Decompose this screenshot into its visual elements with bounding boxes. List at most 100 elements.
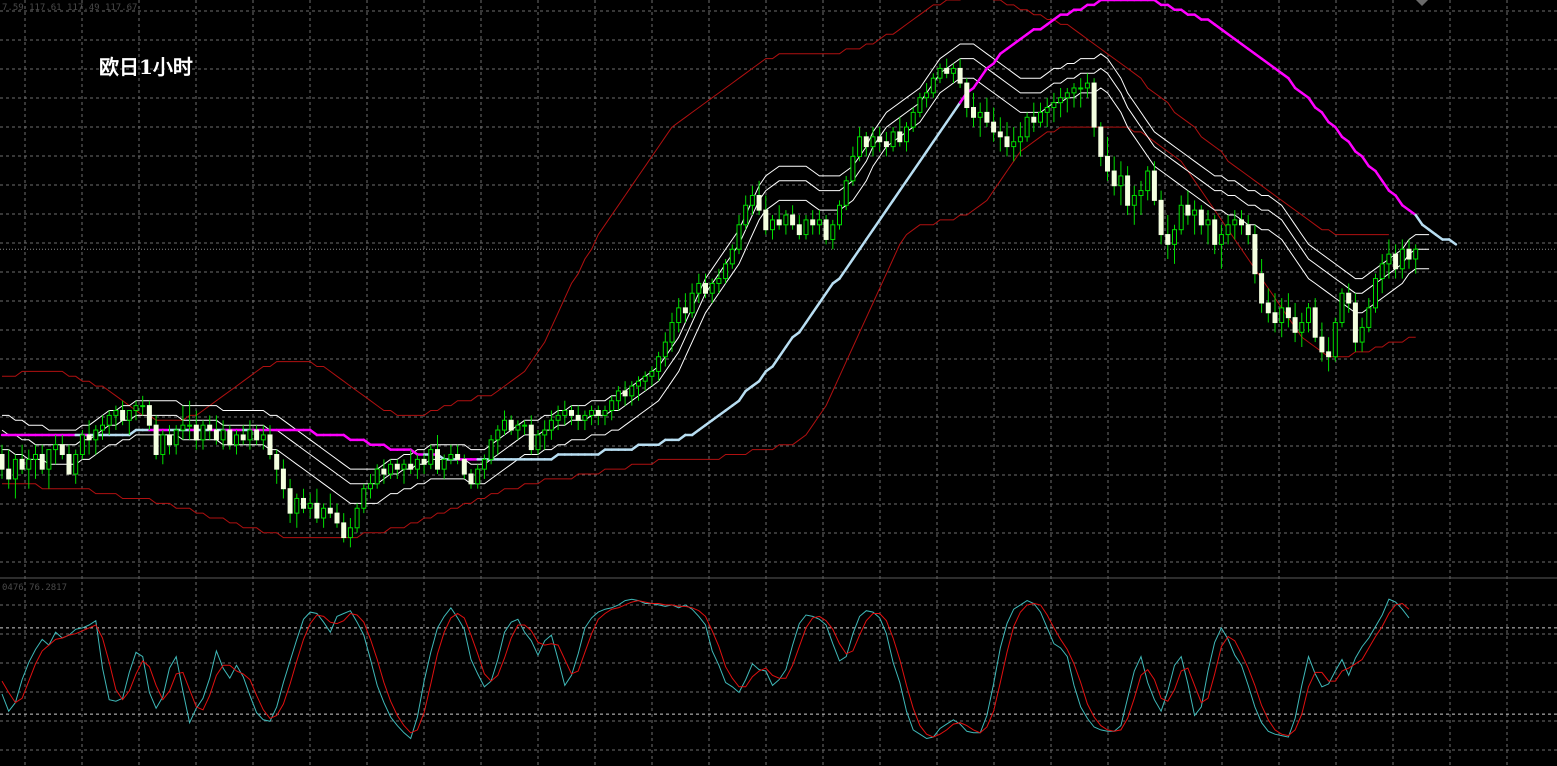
candle-body: [1078, 87, 1084, 90]
candle: [850, 146, 856, 186]
candle-body: [441, 458, 447, 470]
stoch-main-line: [1, 598, 1410, 740]
candle: [542, 420, 548, 450]
ma-slow-segment: [911, 160, 922, 173]
candle: [1205, 210, 1211, 245]
candle-body: [883, 141, 889, 148]
candle: [93, 425, 99, 455]
candle: [1031, 102, 1037, 132]
candle: [394, 459, 400, 479]
candle: [200, 420, 206, 450]
candle: [950, 63, 956, 84]
oscillator-panel[interactable]: [0, 598, 1557, 740]
candle-body: [93, 429, 99, 441]
ma-slow-segment: [952, 101, 962, 114]
candle: [19, 444, 25, 475]
candle-body: [321, 507, 327, 519]
candle-body: [1285, 307, 1291, 319]
candle: [743, 195, 749, 230]
candle: [1051, 92, 1057, 123]
candle: [1359, 317, 1365, 352]
candle-body: [247, 429, 253, 441]
candle-body: [153, 424, 159, 455]
candle: [307, 493, 313, 519]
candle: [240, 425, 246, 445]
candle: [1064, 87, 1070, 113]
candle-body: [863, 136, 869, 148]
candle-body: [870, 136, 876, 148]
candle: [435, 434, 440, 475]
candle: [1185, 190, 1191, 225]
candle-body: [388, 463, 394, 475]
candle-body: [1399, 248, 1405, 270]
ma-slow-segment: [1414, 213, 1424, 227]
candle-body: [528, 424, 534, 451]
candle-body: [971, 107, 976, 118]
candle-body: [1346, 292, 1352, 304]
candle: [1038, 102, 1043, 128]
candle: [904, 122, 909, 152]
candle-body: [776, 219, 782, 226]
candle: [1406, 239, 1412, 269]
candle: [696, 273, 702, 303]
candle-body: [682, 307, 688, 314]
candle-body: [46, 449, 52, 470]
candle-body: [314, 502, 320, 519]
candle: [1091, 78, 1097, 137]
candle-body: [796, 224, 802, 236]
candle-body: [569, 410, 574, 416]
triangle-down-icon[interactable]: [1416, 0, 1428, 6]
candle: [863, 131, 869, 157]
candle-body: [374, 468, 380, 485]
candle-body: [361, 488, 367, 509]
candle: [528, 415, 534, 455]
candle: [180, 405, 186, 440]
candle-body: [408, 463, 414, 470]
candle-body: [502, 419, 507, 431]
candle-body: [1138, 190, 1144, 196]
ma-slow-segment: [925, 140, 935, 153]
candle-body: [1198, 209, 1204, 226]
candle-body: [1031, 116, 1037, 123]
candle-body: [1393, 253, 1399, 270]
candle-body: [991, 121, 997, 133]
candle: [354, 503, 360, 533]
candle: [1058, 87, 1064, 118]
candle-body: [1232, 219, 1238, 226]
candle: [508, 415, 514, 435]
envelope-upper-line: [2, 43, 1430, 470]
candle-body: [716, 278, 722, 284]
ma-slow-segment: [1320, 111, 1330, 124]
candle-body: [595, 410, 601, 416]
candle: [1279, 298, 1285, 338]
candle-body: [562, 410, 568, 416]
candle-body: [1366, 307, 1372, 328]
candle-body: [917, 97, 923, 113]
candle-body: [890, 131, 896, 148]
forex-chart[interactable]: [0, 0, 1557, 766]
price-panel[interactable]: [0, 0, 1557, 548]
candle: [729, 244, 735, 269]
candle-body: [220, 429, 226, 441]
candle-body: [703, 282, 708, 294]
candle-body: [1044, 107, 1050, 113]
candle-body: [53, 444, 59, 451]
candle-body: [274, 453, 280, 470]
candle-body: [327, 507, 333, 514]
candle-body: [662, 341, 668, 358]
candle: [1285, 293, 1291, 328]
candle-body: [1111, 170, 1117, 187]
candle-body: [602, 410, 608, 416]
candle-body: [280, 468, 286, 490]
candle-body: [622, 390, 628, 397]
candle-body: [294, 497, 300, 514]
candle-body: [213, 429, 219, 441]
chart-title: 欧日1小时: [99, 55, 193, 79]
candle-body: [100, 424, 105, 431]
candle: [1145, 166, 1151, 201]
candle-body: [1272, 312, 1278, 324]
candle: [883, 131, 889, 157]
candle: [66, 444, 72, 475]
candle-body: [475, 468, 481, 485]
candle: [595, 405, 601, 426]
